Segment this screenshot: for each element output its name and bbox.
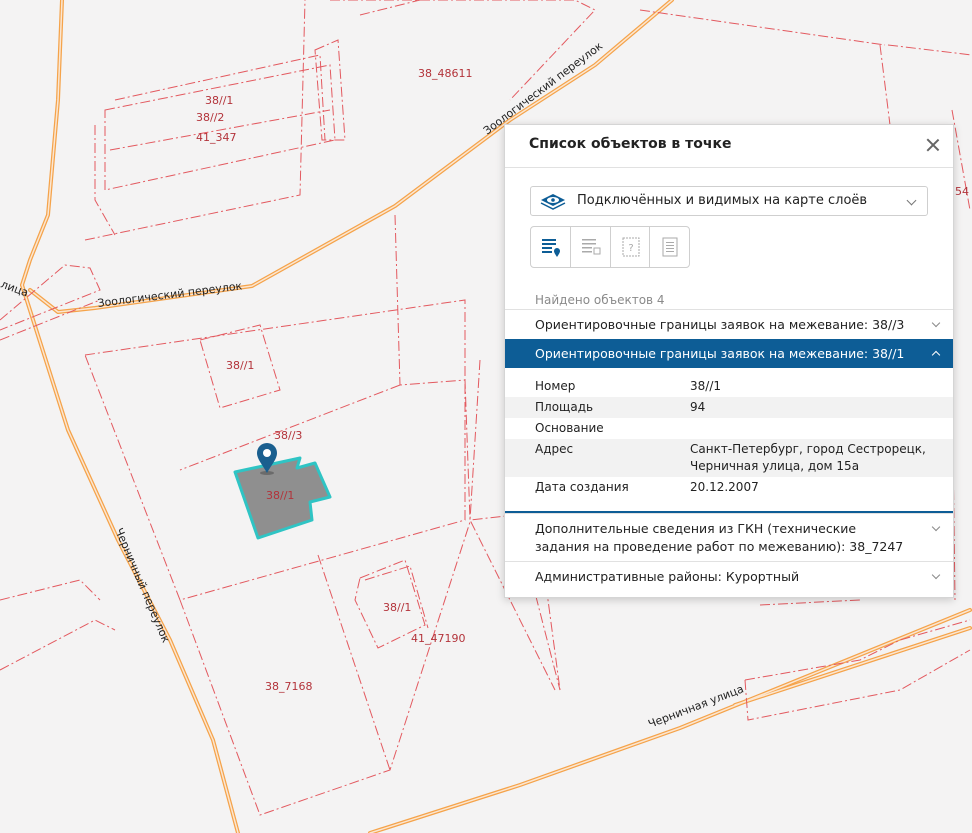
list-item-label: Административные районы: Курортный <box>535 569 800 584</box>
list-item-label: Ориентировочные границы заявок на межева… <box>535 317 905 332</box>
view-toolbar: ? <box>530 226 690 268</box>
parcel-label: 41_347 <box>196 131 237 144</box>
layer-filter-label: Подключённых и видимых на карте слоёв <box>577 193 868 208</box>
list-location-icon <box>542 239 560 257</box>
detail-key: Адрес <box>535 442 574 456</box>
detail-row: Номер 38//1 <box>505 376 953 397</box>
list-tree-icon <box>581 239 601 255</box>
panel-title: Список объектов в точке <box>529 136 732 152</box>
parcel-label: 38//2 <box>196 111 224 124</box>
parcel-label: 38_7168 <box>265 680 313 693</box>
panel-header: Список объектов в точке <box>505 125 953 168</box>
found-count: Найдено объектов 4 <box>535 293 665 307</box>
detail-value: 20.12.2007 <box>690 480 759 494</box>
layer-filter-select[interactable]: Подключённых и видимых на карте слоёв <box>530 186 928 216</box>
parcel-label: 38//1 <box>383 601 411 614</box>
detail-value: 94 <box>690 400 706 414</box>
parcel-label: 38//3 <box>274 429 302 442</box>
unknown-view-button[interactable]: ? <box>611 227 651 267</box>
question-box-icon: ? <box>622 237 639 257</box>
detail-value <box>690 420 953 437</box>
parcel-label: 38//1 <box>266 489 294 502</box>
detail-value: Санкт-Петербург, город Сестрорецк, Черни… <box>690 442 926 473</box>
detail-key: Основание <box>535 421 604 435</box>
list-item-selected[interactable]: Ориентировочные границы заявок на межева… <box>505 339 953 368</box>
tree-view-button[interactable] <box>571 227 611 267</box>
detail-value: 38//1 <box>690 379 721 393</box>
chevron-down-icon <box>906 195 917 206</box>
list-item[interactable]: Ориентировочные границы заявок на межева… <box>505 309 953 339</box>
objects-at-point-panel: Список объектов в точке Подключённых и в… <box>504 124 954 598</box>
detail-key: Номер <box>535 379 576 393</box>
detail-key: Площадь <box>535 400 594 414</box>
list-item[interactable]: Административные районы: Курортный <box>505 561 953 591</box>
parcel-label: 38//1 <box>226 359 254 372</box>
detail-row: Основание <box>505 418 953 439</box>
parcel-label: 41_47190 <box>411 632 466 645</box>
detail-row: Площадь 94 <box>505 397 953 418</box>
list-item-label: Дополнительные сведения из ГКН (техничес… <box>535 521 904 554</box>
document-view-button[interactable] <box>650 227 689 267</box>
details-table: Номер 38//1 Площадь 94 Основание Адрес С… <box>505 368 953 513</box>
detail-key: Дата создания <box>535 480 629 494</box>
parcel-label: 38_48611 <box>418 67 473 80</box>
close-icon[interactable] <box>923 135 943 155</box>
svg-text:?: ? <box>628 243 633 254</box>
list-item-label: Ориентировочные границы заявок на межева… <box>535 346 905 361</box>
layers-eye-icon <box>540 194 566 210</box>
parcel-label: 38//1 <box>205 94 233 107</box>
list-item[interactable]: Дополнительные сведения из ГКН (техничес… <box>505 513 953 561</box>
parcel-label: 54 <box>955 185 969 198</box>
list-view-button[interactable] <box>531 227 571 267</box>
detail-row: Дата создания 20.12.2007 <box>505 477 953 498</box>
results-list: Ориентировочные границы заявок на межева… <box>505 309 953 591</box>
document-icon <box>662 237 678 257</box>
detail-row: Адрес Санкт-Петербург, город Сестрорецк,… <box>505 439 953 477</box>
